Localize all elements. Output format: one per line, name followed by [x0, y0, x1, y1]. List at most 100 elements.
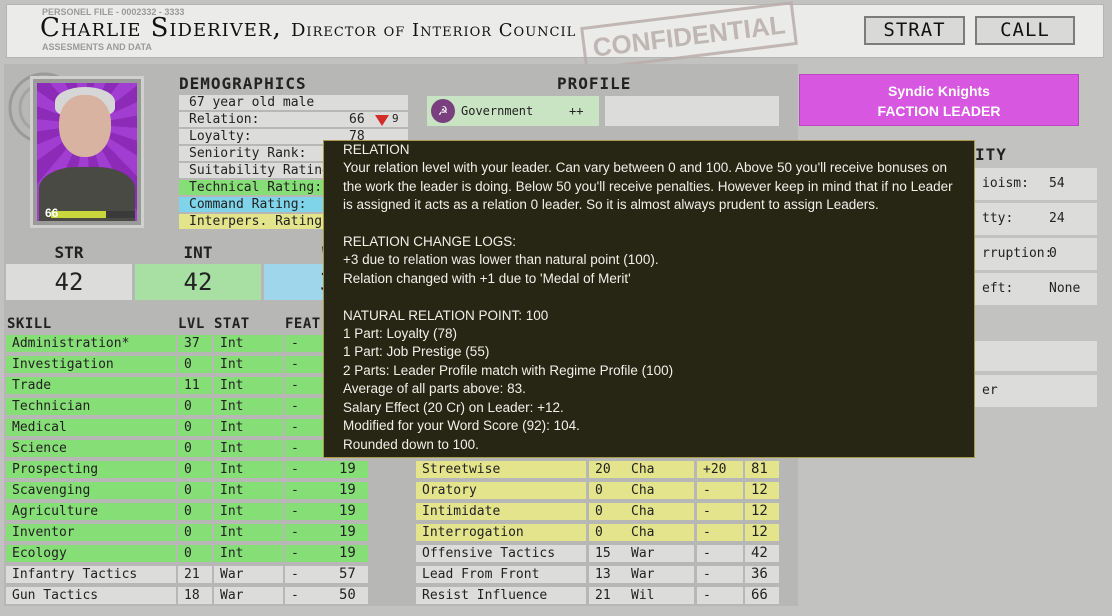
tooltip-salary: Salary Effect (20 Cr) on Leader: +12. — [343, 399, 564, 415]
skill-lvl: 20 — [589, 461, 625, 478]
skill-feat: - — [285, 482, 333, 499]
demographics-label: Command Rating: — [189, 197, 307, 212]
skill-lvl: 0 — [178, 440, 212, 457]
skill-feat: - — [285, 524, 333, 541]
skill-lvl: 0 — [178, 524, 212, 541]
demographics-label: Suitability Rating: — [189, 163, 338, 178]
tooltip-natural-title: NATURAL RELATION POINT: 100 — [343, 307, 549, 323]
personality-value: 54 — [1049, 176, 1065, 191]
skill-name: Inventor — [6, 524, 176, 541]
character-title: Director of Interior Council — [291, 20, 577, 41]
skill-val: 19 — [333, 545, 368, 562]
skill-val: 19 — [333, 503, 368, 520]
skill-stat: Int — [214, 419, 283, 436]
skill-stat: War — [625, 545, 694, 562]
personality-row[interactable]: tty: 24 — [965, 203, 1097, 235]
portrait-value: 66 — [45, 206, 59, 220]
skill-stat: Cha — [625, 524, 694, 541]
skill-feat: - — [285, 503, 333, 520]
strat-button[interactable]: STRAT — [864, 16, 965, 45]
skill-name: Resist Influence — [416, 587, 586, 604]
call-button[interactable]: CALL — [975, 16, 1075, 45]
faction-name: Syndic Knights — [888, 83, 990, 99]
skill-stat: War — [625, 566, 694, 583]
skill-name: Infantry Tactics — [6, 566, 176, 583]
skill-name: Prospecting — [6, 461, 176, 478]
personality-row[interactable]: eft: None — [965, 273, 1097, 305]
skill-lvl: 0 — [178, 419, 212, 436]
personality-row[interactable]: rruption: 0 — [965, 238, 1097, 270]
skill-feat: - — [285, 566, 333, 583]
skill-val: 12 — [745, 524, 779, 541]
skill-lvl: 13 — [589, 566, 625, 583]
personality-row[interactable]: ioism: 54 — [965, 168, 1097, 200]
stat-name-int: INT — [183, 243, 213, 262]
skill-stat: War — [214, 587, 283, 604]
skill-val: 12 — [745, 482, 779, 499]
demographics-label: Loyalty: — [189, 129, 252, 144]
tooltip-part-3: 2 Parts: Leader Profile match with Regim… — [343, 362, 674, 378]
demographics-heading: DEMOGRAPHICS — [179, 74, 307, 93]
skill-stat: Cha — [625, 503, 694, 520]
profile-government-row[interactable]: ☭ Government ++ — [427, 96, 599, 126]
demographics-label: Technical Rating: — [189, 180, 323, 195]
faction-badge[interactable]: Syndic Knights FACTION LEADER — [799, 74, 1079, 126]
profile-heading: PROFILE — [557, 74, 632, 93]
skill-stat: Int — [214, 356, 283, 373]
skill-val: 19 — [333, 524, 368, 541]
skill-lvl: 21 — [178, 566, 212, 583]
skill-lvl: 0 — [178, 356, 212, 373]
skill-lvl: 11 — [178, 377, 212, 394]
lvl-col-header: LVL — [178, 316, 205, 332]
skill-val: 19 — [333, 482, 368, 499]
skill-val: 12 — [745, 503, 779, 520]
skill-val: 57 — [333, 566, 368, 583]
tooltip-average: Average of all parts above: 83. — [343, 381, 526, 397]
tooltip-title: RELATION — [343, 142, 410, 157]
skill-name: Ecology — [6, 545, 176, 562]
skill-name: Oratory — [416, 482, 586, 499]
skill-name: Intimidate — [416, 503, 586, 520]
skill-name: Investigation — [6, 356, 176, 373]
skill-stat: Int — [214, 545, 283, 562]
skill-name: Administration* — [6, 335, 176, 352]
skill-name: Lead From Front — [416, 566, 586, 583]
skill-name: Trade — [6, 377, 176, 394]
relation-down-arrow-icon — [375, 115, 389, 126]
skill-val: 50 — [333, 587, 368, 604]
file-sublabel: ASSESMENTS AND DATA — [42, 42, 152, 52]
skill-stat: War — [214, 566, 283, 583]
personality-heading: ITY — [975, 145, 1007, 164]
skill-feat: +20 — [697, 461, 743, 478]
character-name-title: Charlie Sideriver, Director of Interior … — [40, 13, 576, 43]
hammer-sickle-icon: ☭ — [431, 99, 455, 123]
skill-feat: - — [697, 566, 743, 583]
skill-name: Gun Tactics — [6, 587, 176, 604]
personality-value: 0 — [1049, 246, 1057, 261]
stat-value-str[interactable]: 42 — [6, 264, 132, 300]
skill-name: Technician — [6, 398, 176, 415]
skill-name: Offensive Tactics — [416, 545, 586, 562]
skill-stat: Int — [214, 335, 283, 352]
skill-lvl: 18 — [178, 587, 212, 604]
skill-name: Interrogation — [416, 524, 586, 541]
character-portrait[interactable]: 66 — [30, 76, 144, 228]
skill-stat: Int — [214, 503, 283, 520]
skill-val: 42 — [745, 545, 779, 562]
personality-label: ioism: — [982, 176, 1029, 191]
skill-feat: - — [285, 545, 333, 562]
personality-extra-row: er — [965, 375, 1097, 407]
skill-feat: - — [697, 482, 743, 499]
portrait-health-bar — [51, 211, 135, 218]
skill-name: Scavenging — [6, 482, 176, 499]
tooltip-modified: Modified for your Word Score (92): 104. — [343, 418, 580, 434]
tooltip-part-1: 1 Part: Loyalty (78) — [343, 326, 458, 342]
demographics-row[interactable]: 67 year old male — [179, 95, 408, 110]
personality-value: 24 — [1049, 211, 1065, 226]
stat-value-int[interactable]: 42 — [135, 264, 261, 300]
demographics-label: Relation: — [189, 112, 260, 127]
skill-lvl: 15 — [589, 545, 625, 562]
demographics-row[interactable]: Relation: 66 — [179, 112, 408, 127]
character-name: Charlie Sideriver, — [40, 13, 282, 43]
skill-name: Science — [6, 440, 176, 457]
